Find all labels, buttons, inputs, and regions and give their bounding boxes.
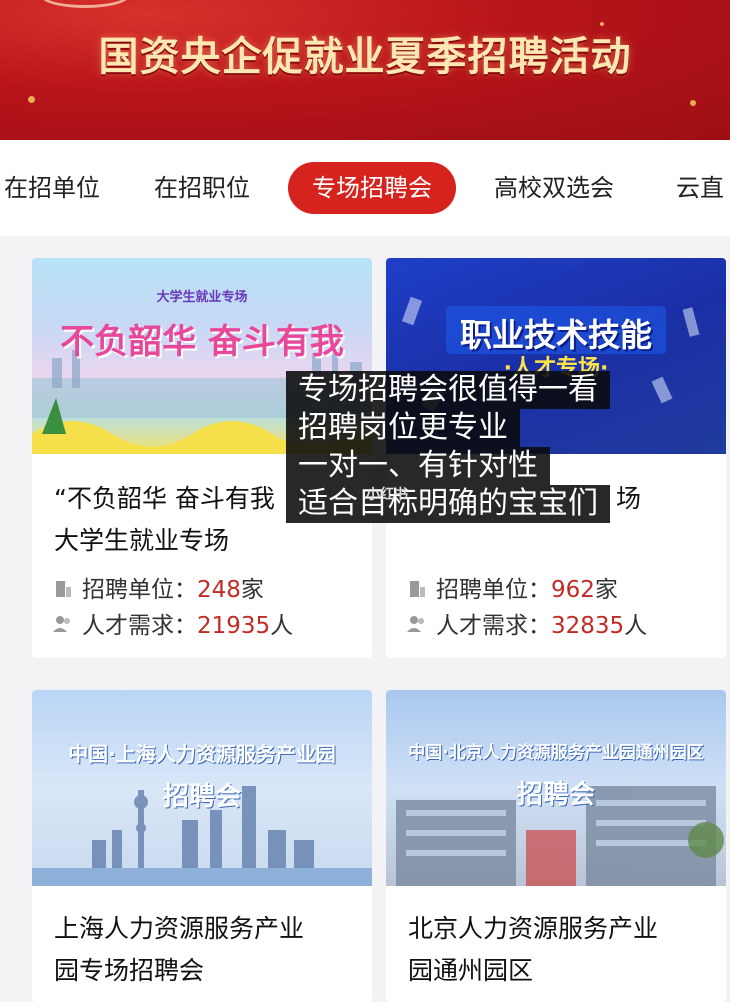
building-icon xyxy=(410,581,425,597)
people-icon xyxy=(407,616,424,632)
event-banner: 国资央企促就业夏季招聘活动 xyxy=(0,0,730,140)
hiring-units-stat: 招聘单位：248家 xyxy=(52,570,264,604)
caption-line: 一对一、有针对性 xyxy=(286,447,550,485)
banner-title: 国资央企促就业夏季招聘活动 xyxy=(98,34,632,80)
job-fair-card[interactable]: 中国·上海人力资源服务产业园 招聘会 上海人力资源服务产业 园专场招聘会 xyxy=(32,690,372,1002)
card-title-line: 上海人力资源服务产业 xyxy=(54,914,305,943)
tab-cloud-live[interactable]: 云直 xyxy=(676,162,724,214)
demand-value: 21935 xyxy=(197,613,271,639)
demand-value: 32835 xyxy=(551,613,625,639)
hiring-units-stat: 招聘单位：962家 xyxy=(406,570,618,604)
units-suffix: 家 xyxy=(240,577,264,603)
job-fair-card[interactable]: 中国·北京人力资源服务产业园通州园区 招聘会 北京人力资源服务产业 园通州园区 xyxy=(386,690,726,1002)
caption-line: 招聘岗位更专业 xyxy=(286,409,520,447)
demand-label: 人才需求： xyxy=(436,613,551,639)
people-icon xyxy=(53,616,70,632)
poster-headline: 中国·北京人力资源服务产业园通州园区 xyxy=(408,743,704,763)
poster-headline: 不负韶华 奋斗有我 xyxy=(60,322,344,362)
banner-decoration xyxy=(40,0,130,8)
poster-subtitle: 大学生就业专场 xyxy=(156,290,248,305)
units-value: 962 xyxy=(551,577,595,603)
banner-sparkle xyxy=(28,96,35,103)
units-value: 248 xyxy=(197,577,241,603)
job-fair-poster: 中国·北京人力资源服务产业园通州园区 招聘会 xyxy=(386,690,726,886)
overlay-caption: 专场招聘会很值得一看 招聘岗位更专业 一对一、有针对性 适合目标明确的宝宝们 xyxy=(286,371,656,523)
units-suffix: 家 xyxy=(594,577,618,603)
demand-suffix: 人 xyxy=(270,613,294,639)
banner-sparkle xyxy=(690,100,696,106)
talent-demand-stat: 人才需求：32835人 xyxy=(406,606,647,640)
caption-line: 专场招聘会很值得一看 xyxy=(286,371,610,409)
units-label: 招聘单位： xyxy=(82,577,197,603)
card-title-line: 园专场招聘会 xyxy=(54,956,205,985)
tab-hiring-units[interactable]: 在招单位 xyxy=(4,162,100,214)
tab-open-positions[interactable]: 在招职位 xyxy=(154,162,250,214)
building-icon xyxy=(56,581,71,597)
card-title-line: 园通州园区 xyxy=(408,956,534,985)
card-title-line: 北京人力资源服务产业 xyxy=(408,914,659,943)
category-tabs: 在招单位 在招职位 专场招聘会 高校双选会 云直 xyxy=(0,140,730,236)
demand-suffix: 人 xyxy=(624,613,648,639)
demand-label: 人才需求： xyxy=(82,613,197,639)
tab-special-job-fairs[interactable]: 专场招聘会 xyxy=(288,162,456,214)
watermark: 小红书 xyxy=(366,487,408,503)
talent-demand-stat: 人才需求：21935人 xyxy=(52,606,293,640)
poster-headline: 中国·上海人力资源服务产业园 xyxy=(68,742,336,766)
units-label: 招聘单位： xyxy=(436,577,551,603)
job-fair-poster: 中国·上海人力资源服务产业园 招聘会 xyxy=(32,690,372,886)
caption-line: 适合目标明确的宝宝们 xyxy=(286,485,610,523)
poster-subtitle: 招聘会 xyxy=(516,780,595,810)
poster-subtitle: 招聘会 xyxy=(162,782,241,812)
card-title-line: 大学生就业专场 xyxy=(54,526,230,555)
tab-campus-fairs[interactable]: 高校双选会 xyxy=(494,162,614,214)
